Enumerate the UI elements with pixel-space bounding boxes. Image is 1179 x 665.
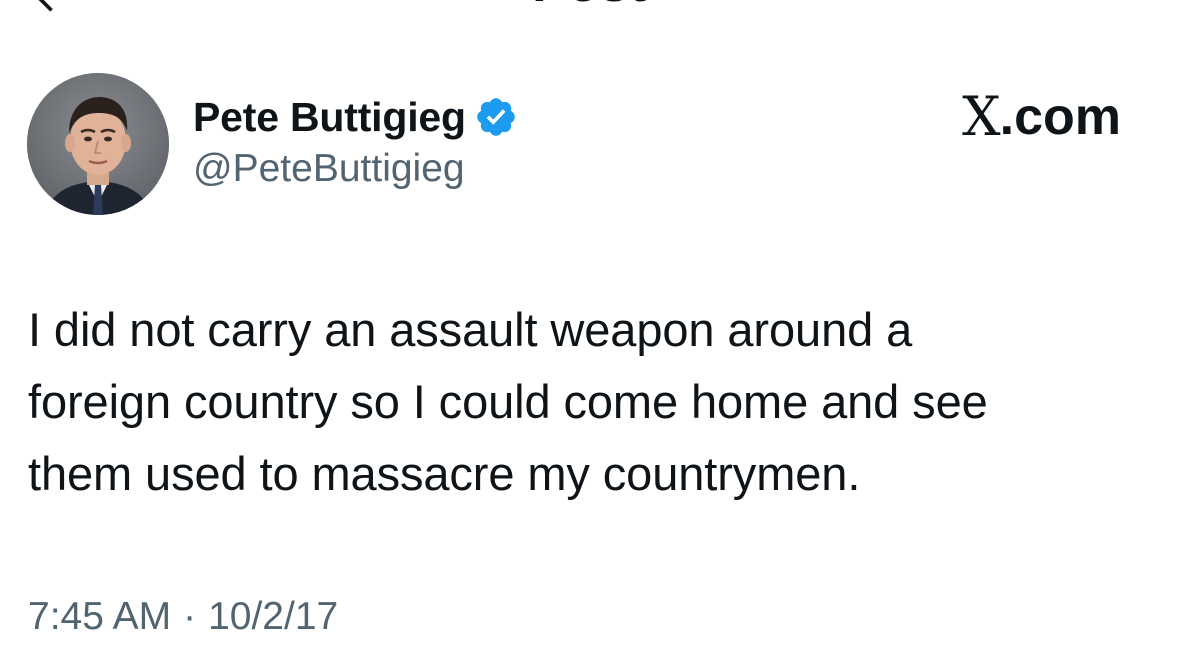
post-text-line: them used to massacre my countrymen. [28,447,861,500]
author-handle[interactable]: @PeteButtigieg [193,140,518,198]
top-header: Post [0,0,1179,12]
avatar-portrait [27,73,169,215]
post-text: I did not carry an assault weapon around… [28,294,1158,510]
verified-badge-icon[interactable] [474,95,518,139]
post-text-line: I did not carry an assault weapon around… [28,303,913,356]
timestamp-separator: · [183,595,197,638]
author-name-row: Pete Buttigieg [193,88,518,146]
avatar[interactable] [27,73,169,215]
x-logo-icon: X [962,85,1000,148]
author-display-name[interactable]: Pete Buttigieg [193,88,466,146]
site-domain-suffix: .com [999,88,1121,146]
post-text-line: foreign country so I could come home and… [28,375,988,428]
post-time[interactable]: 7:45 AM [28,588,171,646]
post-date[interactable]: 10/2/17 [208,588,338,646]
post-timestamp: 7:45 AM · 10/2/17 [28,588,338,646]
page-title: Post [0,0,1179,10]
author-block: Pete Buttigieg @PeteButtigieg [193,88,518,198]
site-wordmark: X .com [962,85,1121,148]
